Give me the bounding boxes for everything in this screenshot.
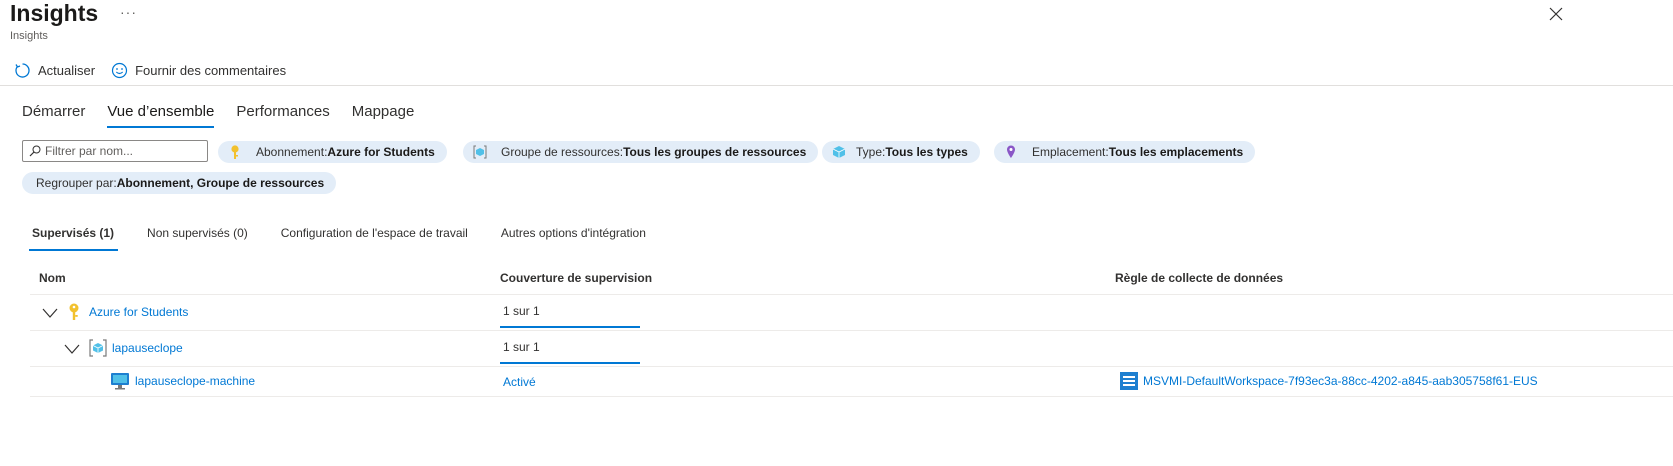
row-divider bbox=[30, 396, 1673, 397]
filter-key: Regrouper par bbox=[36, 176, 114, 190]
coverage-status-link[interactable]: Activé bbox=[503, 375, 536, 389]
dcr-link[interactable]: MSVMI-DefaultWorkspace-7f93ec3a-88cc-420… bbox=[1143, 374, 1538, 388]
more-options-button[interactable]: ··· bbox=[120, 4, 137, 20]
feedback-label: Fournir des commentaires bbox=[135, 62, 287, 78]
smiley-icon bbox=[111, 62, 128, 78]
coverage-bar bbox=[500, 362, 640, 364]
search-input[interactable] bbox=[45, 144, 195, 158]
chevron-down-icon[interactable] bbox=[64, 344, 80, 354]
tab-other-onboarding[interactable]: Autres options d'intégration bbox=[501, 226, 646, 248]
command-bar: Actualiser Fournir des commentaires bbox=[14, 60, 302, 80]
vm-link[interactable]: lapauseclope-machine bbox=[135, 374, 255, 388]
coverage-text: 1 sur 1 bbox=[503, 340, 540, 354]
row-divider bbox=[30, 366, 1673, 367]
column-header-name[interactable]: Nom bbox=[39, 271, 66, 285]
tab-workspace-config[interactable]: Configuration de l'espace de travail bbox=[281, 226, 468, 248]
coverage-cell: 1 sur 1 bbox=[500, 302, 640, 328]
filter-key: Abonnement bbox=[256, 145, 325, 159]
resource-group-link[interactable]: lapauseclope bbox=[112, 341, 183, 355]
resource-group-icon bbox=[473, 145, 487, 159]
chevron-down-icon[interactable] bbox=[42, 308, 58, 318]
tab-performances[interactable]: Performances bbox=[236, 103, 329, 126]
column-header-dcr[interactable]: Règle de collecte de données bbox=[1115, 271, 1283, 285]
filter-value: Tous les emplacements bbox=[1108, 145, 1244, 159]
close-icon[interactable] bbox=[1546, 4, 1566, 24]
page-subtitle: Insights bbox=[10, 30, 48, 42]
filter-key: Emplacement bbox=[1032, 145, 1106, 159]
refresh-label: Actualiser bbox=[38, 62, 96, 78]
refresh-button[interactable]: Actualiser bbox=[14, 62, 95, 79]
search-box bbox=[22, 140, 208, 162]
cube-icon bbox=[832, 145, 846, 159]
filter-value: Tous les groupes de ressources bbox=[623, 145, 807, 159]
tab-demarrer[interactable]: Démarrer bbox=[22, 103, 85, 126]
tab-supervises[interactable]: Supervisés (1) bbox=[28, 226, 119, 251]
refresh-icon bbox=[15, 62, 30, 78]
page-title: Insights bbox=[10, 0, 99, 26]
coverage-bar bbox=[500, 326, 640, 328]
location-pin-icon bbox=[1004, 145, 1018, 159]
filter-pill-subscription[interactable]: Abonnement : Azure for Students bbox=[218, 141, 447, 163]
filter-value: Abonnement, Groupe de ressources bbox=[116, 176, 325, 190]
coverage-text: 1 sur 1 bbox=[503, 304, 540, 318]
subscription-link[interactable]: Azure for Students bbox=[89, 305, 188, 319]
nav-tabs: Démarrer Vue d’ensemble Performances Map… bbox=[22, 103, 436, 128]
row-divider bbox=[30, 330, 1673, 331]
filter-pill-group-by[interactable]: Regrouper par : Abonnement, Groupe de re… bbox=[22, 172, 337, 194]
resource-group-icon bbox=[89, 339, 107, 357]
key-icon bbox=[69, 303, 79, 320]
filter-key: Groupe de ressources bbox=[501, 145, 620, 159]
search-icon bbox=[29, 145, 41, 157]
filter-value: Tous les types bbox=[885, 145, 968, 159]
key-icon bbox=[228, 144, 242, 159]
sub-tabs: Supervisés (1) Non supervisés (0) Config… bbox=[28, 226, 679, 251]
feedback-button[interactable]: Fournir des commentaires bbox=[111, 62, 286, 79]
column-header-coverage[interactable]: Couverture de supervision bbox=[500, 271, 652, 285]
filter-pill-location[interactable]: Emplacement : Tous les emplacements bbox=[994, 141, 1256, 163]
coverage-cell: 1 sur 1 bbox=[500, 338, 640, 364]
tab-non-supervises[interactable]: Non supervisés (0) bbox=[147, 226, 248, 248]
filter-value: Azure for Students bbox=[327, 145, 435, 159]
header-divider bbox=[30, 294, 1673, 295]
filter-pill-type[interactable]: Type : Tous les types bbox=[822, 141, 980, 163]
tab-mappage[interactable]: Mappage bbox=[352, 103, 415, 126]
filter-key: Type bbox=[856, 145, 883, 159]
tab-vue-ensemble[interactable]: Vue d’ensemble bbox=[107, 103, 215, 128]
filter-pill-resource-group[interactable]: Groupe de ressources : Tous les groupes … bbox=[463, 141, 819, 163]
virtual-machine-icon bbox=[111, 373, 129, 390]
toolbar-divider bbox=[0, 85, 1673, 86]
data-collection-rule-icon bbox=[1120, 372, 1138, 390]
